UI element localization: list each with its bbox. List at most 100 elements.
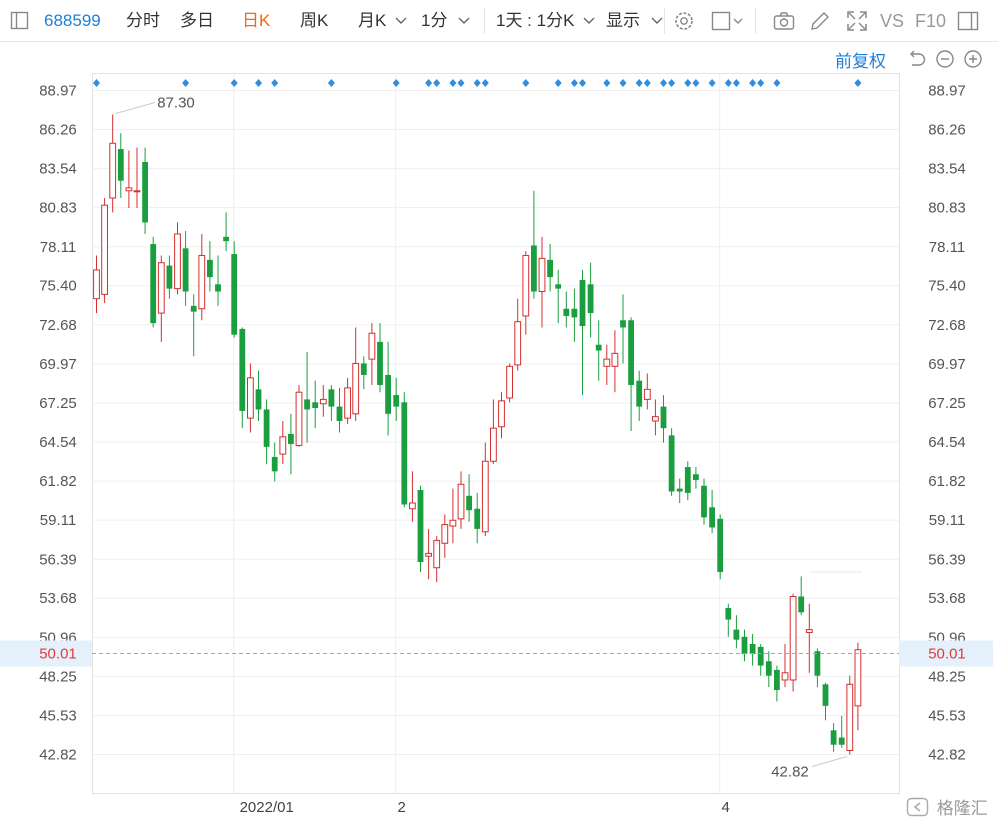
candle[interactable] — [166, 255, 173, 299]
candle[interactable] — [490, 399, 497, 465]
candle[interactable] — [385, 341, 391, 436]
candle[interactable] — [295, 385, 303, 447]
candle[interactable] — [393, 377, 400, 421]
tab-intraday[interactable]: 分时 — [126, 9, 160, 33]
candle[interactable] — [547, 244, 553, 292]
candle[interactable] — [312, 380, 319, 429]
candle[interactable] — [377, 323, 383, 393]
event-marker-diamond[interactable] — [749, 79, 757, 87]
event-marker-diamond[interactable] — [570, 79, 578, 87]
candle[interactable] — [571, 288, 578, 342]
f10-button[interactable]: F10 — [915, 9, 946, 33]
candle[interactable] — [538, 236, 546, 328]
event-marker-diamond[interactable] — [603, 79, 611, 87]
tab-daily-k[interactable]: 日K — [242, 9, 270, 33]
candle[interactable] — [425, 528, 433, 580]
event-marker-diamond[interactable] — [619, 79, 627, 87]
candle[interactable] — [344, 377, 352, 424]
candle[interactable] — [563, 291, 570, 328]
candle[interactable] — [271, 442, 278, 482]
candle[interactable] — [360, 356, 367, 390]
candle[interactable] — [725, 603, 732, 637]
gear-icon[interactable] — [672, 9, 696, 33]
candle[interactable] — [239, 327, 246, 429]
candle[interactable] — [215, 255, 221, 306]
candle[interactable] — [676, 478, 683, 504]
tab-weekly-k[interactable]: 周K — [300, 9, 328, 33]
candle[interactable] — [579, 269, 586, 396]
candle[interactable] — [838, 715, 845, 748]
candle[interactable] — [587, 262, 594, 338]
sidebar-toggle-icon[interactable] — [8, 9, 32, 33]
candle[interactable] — [247, 363, 254, 433]
event-marker-diamond[interactable] — [392, 79, 400, 87]
candle[interactable] — [660, 395, 667, 443]
candle[interactable] — [101, 197, 108, 304]
event-marker-diamond[interactable] — [271, 79, 279, 87]
candle[interactable] — [846, 675, 854, 755]
candle[interactable] — [514, 298, 522, 371]
candle[interactable] — [417, 485, 424, 573]
event-marker-diamond[interactable] — [757, 79, 765, 87]
display-menu[interactable]: 显示 — [606, 9, 663, 33]
event-marker-diamond[interactable] — [635, 79, 643, 87]
candle[interactable] — [449, 488, 457, 544]
candle[interactable] — [717, 514, 724, 580]
fullscreen-icon[interactable] — [845, 9, 869, 33]
candle[interactable] — [142, 147, 148, 234]
pencil-icon[interactable] — [808, 9, 832, 33]
panel-toggle-icon[interactable] — [956, 9, 980, 33]
candle[interactable] — [174, 222, 181, 295]
candle[interactable] — [798, 576, 805, 616]
event-marker-diamond[interactable] — [684, 79, 692, 87]
candle[interactable] — [231, 241, 238, 338]
candle[interactable] — [595, 320, 602, 381]
compare-vs-button[interactable]: VS — [880, 9, 904, 33]
candle[interactable] — [506, 363, 514, 403]
candle[interactable] — [117, 133, 124, 198]
candle[interactable] — [611, 330, 619, 393]
candle[interactable] — [684, 461, 691, 501]
candle-series[interactable] — [93, 114, 862, 755]
period-selector[interactable]: 1天 : 1分K — [496, 9, 595, 33]
event-marker-diamond[interactable] — [522, 79, 530, 87]
candle[interactable] — [401, 392, 408, 508]
candle[interactable] — [701, 478, 707, 525]
event-marker-diamond[interactable] — [425, 79, 433, 87]
candle[interactable] — [328, 385, 335, 421]
candle[interactable] — [830, 723, 837, 752]
candle[interactable] — [603, 344, 611, 386]
candle[interactable] — [643, 373, 651, 410]
candle[interactable] — [628, 317, 634, 432]
tab-monthly-k[interactable]: 月K — [358, 9, 407, 33]
tab-1min[interactable]: 1分 — [421, 9, 470, 33]
candle[interactable] — [774, 665, 780, 702]
event-marker-diamond[interactable] — [708, 79, 716, 87]
event-marker-diamond[interactable] — [692, 79, 700, 87]
event-marker-diamond[interactable] — [773, 79, 781, 87]
candle[interactable] — [481, 442, 489, 537]
event-marker-diamond[interactable] — [327, 79, 335, 87]
event-marker-diamond[interactable] — [554, 79, 562, 87]
candle[interactable] — [668, 428, 675, 496]
candle[interactable] — [368, 323, 376, 386]
candle[interactable] — [814, 648, 821, 688]
candle[interactable] — [620, 294, 626, 364]
candle[interactable] — [409, 471, 416, 522]
candle[interactable] — [304, 351, 310, 443]
candle[interactable] — [441, 514, 449, 558]
event-marker-diamond[interactable] — [255, 79, 262, 87]
event-marker-diamond[interactable] — [457, 79, 465, 87]
candle[interactable] — [805, 603, 813, 673]
candle[interactable] — [652, 399, 659, 436]
tab-multi-day[interactable]: 多日 — [180, 9, 214, 33]
candle[interactable] — [693, 467, 699, 489]
candle[interactable] — [522, 251, 530, 335]
candle[interactable] — [709, 490, 715, 534]
event-marker-diamond[interactable] — [668, 79, 676, 87]
event-marker-diamond[interactable] — [724, 79, 732, 87]
candle[interactable] — [757, 644, 764, 676]
candle[interactable] — [319, 385, 327, 417]
candle[interactable] — [263, 399, 270, 465]
candle[interactable] — [150, 236, 157, 328]
